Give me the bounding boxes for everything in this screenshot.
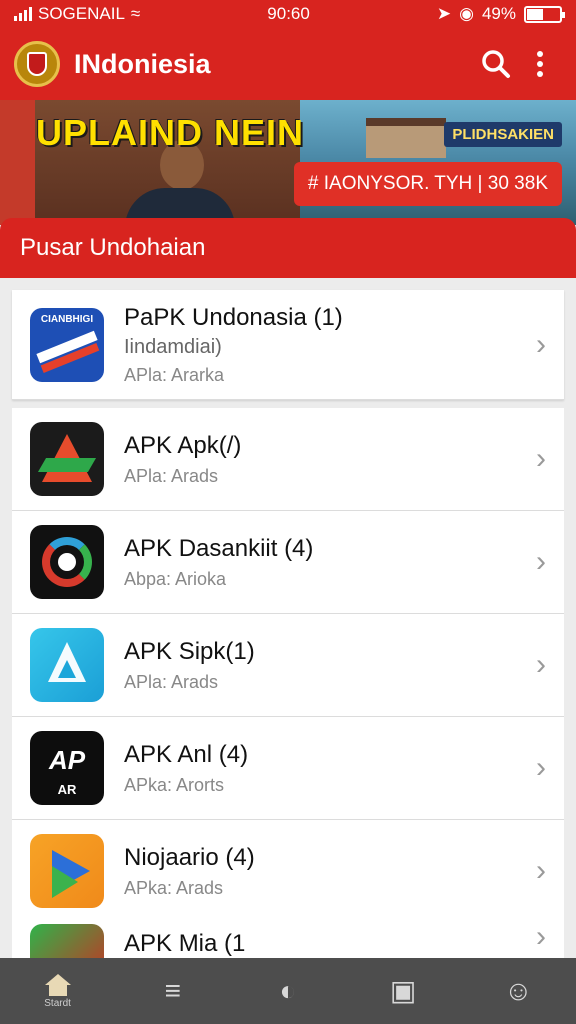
app-meta: APka: Arads — [124, 877, 224, 898]
bottom-nav: Stardt ≡ ◐ ▣ ☺ — [0, 958, 576, 1024]
list-item[interactable]: APK Sipk(1) APla: Arads › — [12, 614, 564, 717]
search-button[interactable] — [474, 42, 518, 86]
nav-label: Stardt — [44, 997, 71, 1009]
list-item[interactable]: APK Mia (1 › — [12, 916, 564, 960]
app-name: APK Mia (1 — [124, 930, 246, 957]
nav-profile[interactable]: ☺ — [478, 958, 558, 1024]
carrier-name: SOGENAIL — [38, 4, 125, 23]
status-left: SOGENAIL ≈ — [14, 4, 140, 24]
nav-list[interactable]: ≡ — [133, 958, 213, 1024]
list-item[interactable]: APK Dasankiit (4) Abpa: Arioka › — [12, 511, 564, 614]
chevron-right-icon: › — [536, 545, 546, 578]
app-icon-text: AP — [48, 745, 86, 775]
app-icon — [30, 525, 104, 599]
app-bar: INdoniesia — [0, 28, 576, 100]
app-text: Niojaario (4) APka: Arads — [124, 844, 536, 899]
profile-icon: ☺ — [504, 975, 533, 1006]
chevron-right-icon: › — [536, 751, 546, 784]
list-icon: ≡ — [164, 975, 181, 1006]
search-icon — [482, 50, 510, 78]
app-text: PaPK Undonasia (1) Iindamdiai) APla: Ara… — [124, 304, 536, 386]
list-item[interactable]: CIANBHIGI PaPK Undonasia (1) Iindamdiai)… — [12, 290, 564, 400]
list-item[interactable]: APK Apk(/) APla: Arads › — [12, 408, 564, 511]
chevron-right-icon: › — [536, 854, 546, 887]
shield-status-icon: ◉ — [459, 4, 474, 23]
home-icon — [44, 973, 71, 996]
status-right: ➤ ◉ 49% — [436, 4, 565, 24]
banner-cta-button[interactable]: # IAONYSOR. TYH | 30 38K — [293, 162, 562, 206]
app-text: APK Sipk(1) APla: Arads — [124, 638, 536, 693]
clock: 90:60 — [267, 4, 310, 23]
app-text: APK Dasankiit (4) Abpa: Arioka — [124, 535, 536, 590]
location-icon: ➤ — [436, 4, 452, 23]
chevron-right-icon: › — [536, 442, 546, 475]
nav-window[interactable]: ▣ — [363, 958, 443, 1024]
app-text: APK Anl (4) APka: Arorts — [124, 741, 536, 796]
wifi-icon: ≈ — [130, 4, 141, 23]
list-item[interactable]: Niojaario (4) APka: Arads › — [12, 820, 564, 923]
nav-home[interactable]: Stardt — [18, 958, 98, 1024]
app-icon: AP AR — [30, 731, 104, 805]
chevron-right-icon: › — [536, 327, 546, 361]
battery-percent: 49% — [481, 4, 516, 23]
app-icon — [30, 924, 104, 960]
app-name: PaPK Undonasia (1) — [124, 303, 343, 331]
chevron-right-icon: › — [536, 648, 546, 681]
app-icon: CIANBHIGI — [30, 307, 104, 382]
app-meta: Abpa: Arioka — [124, 568, 227, 589]
more-options-button[interactable] — [518, 42, 562, 86]
app-icon — [30, 834, 104, 908]
app-text: APK Mia (1 — [124, 916, 536, 958]
signal-icon — [14, 7, 32, 21]
app-meta: APla: Arads — [124, 465, 219, 486]
app-name: APK Dasankiit (4) — [124, 534, 314, 562]
banner-tag: PLIDHSAKIEN — [444, 122, 562, 147]
list-item[interactable]: AP AR APK Anl (4) APka: Arorts › — [12, 717, 564, 820]
banner-stripe — [0, 100, 35, 225]
timer-icon: ◐ — [279, 975, 297, 1006]
section-header: Pusar Undohaian — [0, 218, 576, 278]
app-meta: APla: Ararka — [124, 364, 225, 385]
nav-timer[interactable]: ◐ — [248, 958, 328, 1024]
status-bar: SOGENAIL ≈ 90:60 ➤ ◉ 49% — [0, 0, 576, 28]
battery-icon — [524, 5, 565, 23]
app-name: Niojaario (4) — [124, 843, 255, 871]
banner-house — [366, 118, 446, 158]
app-subtitle: Iindamdiai) — [124, 335, 222, 358]
app-name: APK Apk(/) — [124, 431, 242, 459]
more-vert-icon — [537, 51, 543, 77]
app-icon-text: CIANBHIGI — [40, 313, 94, 325]
promo-banner[interactable]: UPLAIND NEIN PLIDHSAKIEN # IAONYSOR. TYH… — [0, 100, 576, 225]
app-meta: APka: Arorts — [124, 774, 225, 795]
banner-headline: UPLAIND NEIN — [36, 112, 305, 153]
app-icon-subtext: AR — [57, 782, 77, 797]
window-icon: ▣ — [389, 975, 417, 1006]
app-list: CIANBHIGI PaPK Undonasia (1) Iindamdiai)… — [12, 290, 564, 923]
app-title: INdoniesia — [74, 48, 211, 79]
app-icon — [30, 628, 104, 702]
app-text: APK Apk(/) APla: Arads — [124, 432, 536, 487]
app-meta: APla: Arads — [124, 671, 219, 692]
app-name: APK Anl (4) — [124, 740, 249, 768]
app-name: APK Sipk(1) — [124, 637, 255, 665]
garuda-emblem-icon — [14, 41, 60, 87]
app-icon — [30, 422, 104, 496]
chevron-right-icon: › — [536, 920, 546, 953]
